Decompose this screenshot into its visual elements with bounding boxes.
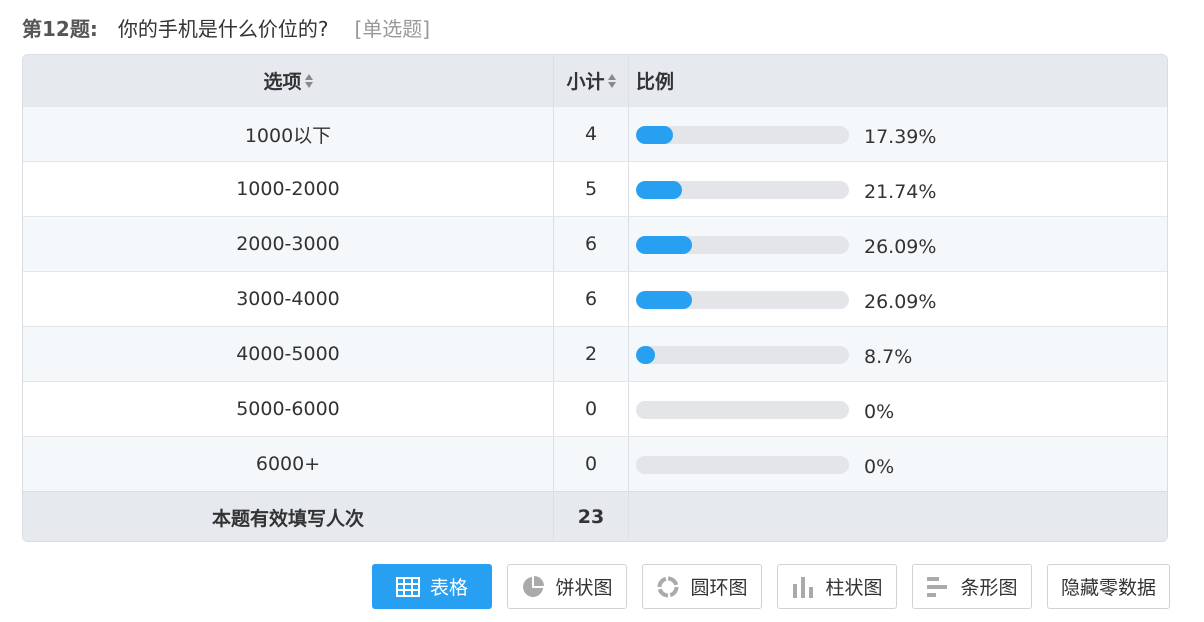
- pie-chart-button[interactable]: 饼状图: [507, 564, 627, 609]
- header-option-label: 选项: [263, 71, 302, 93]
- option-cell: 1000-2000: [23, 162, 554, 216]
- column-chart-label: 柱状图: [825, 577, 883, 599]
- progress-bar: [636, 181, 849, 199]
- progress-bar: [636, 346, 849, 364]
- percent-label: 26.09%: [864, 291, 937, 313]
- hide-zero-button[interactable]: 隐藏零数据: [1047, 564, 1170, 609]
- ratio-cell: 8.7%: [629, 327, 1167, 381]
- chart-type-toolbar: 表格 饼状图 圆环图 柱状图 条形图 隐藏零数据: [372, 564, 1170, 609]
- footer-label: 本题有效填写人次: [23, 492, 554, 541]
- count-cell: 6: [554, 217, 629, 271]
- option-cell: 2000-3000: [23, 217, 554, 271]
- ratio-cell: 17.39%: [629, 107, 1167, 161]
- footer-total: 23: [554, 492, 629, 541]
- table-icon: [395, 576, 420, 597]
- ratio-cell: 26.09%: [629, 217, 1167, 271]
- progress-bar: [636, 401, 849, 419]
- question-text: 你的手机是什么价位的?: [117, 16, 329, 41]
- table-view-button[interactable]: 表格: [372, 564, 492, 609]
- donut-chart-button[interactable]: 圆环图: [642, 564, 762, 609]
- bar-chart-icon: [926, 575, 950, 599]
- progress-bar-fill: [636, 181, 683, 199]
- count-cell: 2: [554, 327, 629, 381]
- ratio-cell: 0%: [629, 382, 1167, 436]
- percent-label: 26.09%: [864, 236, 937, 258]
- table-header: 选项 小计 比例: [23, 55, 1167, 106]
- table-row: 5000-6000 0 0%: [23, 381, 1167, 436]
- header-option[interactable]: 选项: [23, 55, 554, 106]
- footer-empty: [629, 492, 1167, 541]
- ratio-cell: 21.74%: [629, 162, 1167, 216]
- count-cell: 5: [554, 162, 629, 216]
- bar-chart-label: 条形图: [960, 577, 1018, 599]
- table-view-label: 表格: [429, 577, 468, 599]
- count-cell: 6: [554, 272, 629, 326]
- pie-chart-label: 饼状图: [555, 577, 613, 599]
- option-cell: 5000-6000: [23, 382, 554, 436]
- ratio-cell: 26.09%: [629, 272, 1167, 326]
- table-row: 6000+ 0 0%: [23, 436, 1167, 491]
- progress-bar-fill: [636, 346, 655, 364]
- percent-label: 21.74%: [864, 181, 937, 203]
- option-cell: 4000-5000: [23, 327, 554, 381]
- column-chart-icon: [791, 575, 815, 599]
- count-cell: 4: [554, 107, 629, 161]
- question-header: 第12题: 你的手机是什么价位的? [单选题]: [22, 10, 430, 44]
- progress-bar: [636, 291, 849, 309]
- question-number: 第12题:: [22, 16, 98, 41]
- table-row: 3000-4000 6 26.09%: [23, 271, 1167, 326]
- pie-chart-icon: [521, 575, 545, 599]
- progress-bar-fill: [636, 126, 674, 144]
- table-row: 1000-2000 5 21.74%: [23, 161, 1167, 216]
- progress-bar: [636, 126, 849, 144]
- header-ratio: 比例: [629, 55, 1167, 106]
- progress-bar: [636, 456, 849, 474]
- table-row: 4000-5000 2 8.7%: [23, 326, 1167, 381]
- donut-chart-icon: [656, 575, 680, 599]
- table-footer: 本题有效填写人次 23: [23, 491, 1167, 541]
- donut-chart-label: 圆环图: [690, 577, 748, 599]
- table-row: 2000-3000 6 26.09%: [23, 216, 1167, 271]
- progress-bar-fill: [636, 236, 692, 254]
- sort-icon[interactable]: [607, 73, 616, 88]
- header-count[interactable]: 小计: [554, 55, 629, 106]
- header-ratio-label: 比例: [636, 71, 675, 93]
- progress-bar: [636, 236, 849, 254]
- ratio-cell: 0%: [629, 437, 1167, 491]
- question-type: [单选题]: [354, 16, 431, 41]
- count-cell: 0: [554, 437, 629, 491]
- results-table: 选项 小计 比例 1000以下 4 17.39% 1000-2000 5 21.74% 20…: [22, 54, 1168, 542]
- progress-bar-fill: [636, 291, 692, 309]
- header-count-label: 小计: [566, 71, 605, 93]
- column-chart-button[interactable]: 柱状图: [777, 564, 897, 609]
- percent-label: 0%: [864, 401, 895, 423]
- hide-zero-label: 隐藏零数据: [1060, 577, 1156, 599]
- percent-label: 8.7%: [864, 346, 913, 368]
- option-cell: 3000-4000: [23, 272, 554, 326]
- percent-label: 17.39%: [864, 126, 937, 148]
- sort-icon[interactable]: [304, 73, 313, 88]
- count-cell: 0: [554, 382, 629, 436]
- table-row: 1000以下 4 17.39%: [23, 106, 1167, 161]
- percent-label: 0%: [864, 456, 895, 478]
- option-cell: 6000+: [23, 437, 554, 491]
- option-cell: 1000以下: [23, 107, 554, 161]
- bar-chart-button[interactable]: 条形图: [912, 564, 1032, 609]
